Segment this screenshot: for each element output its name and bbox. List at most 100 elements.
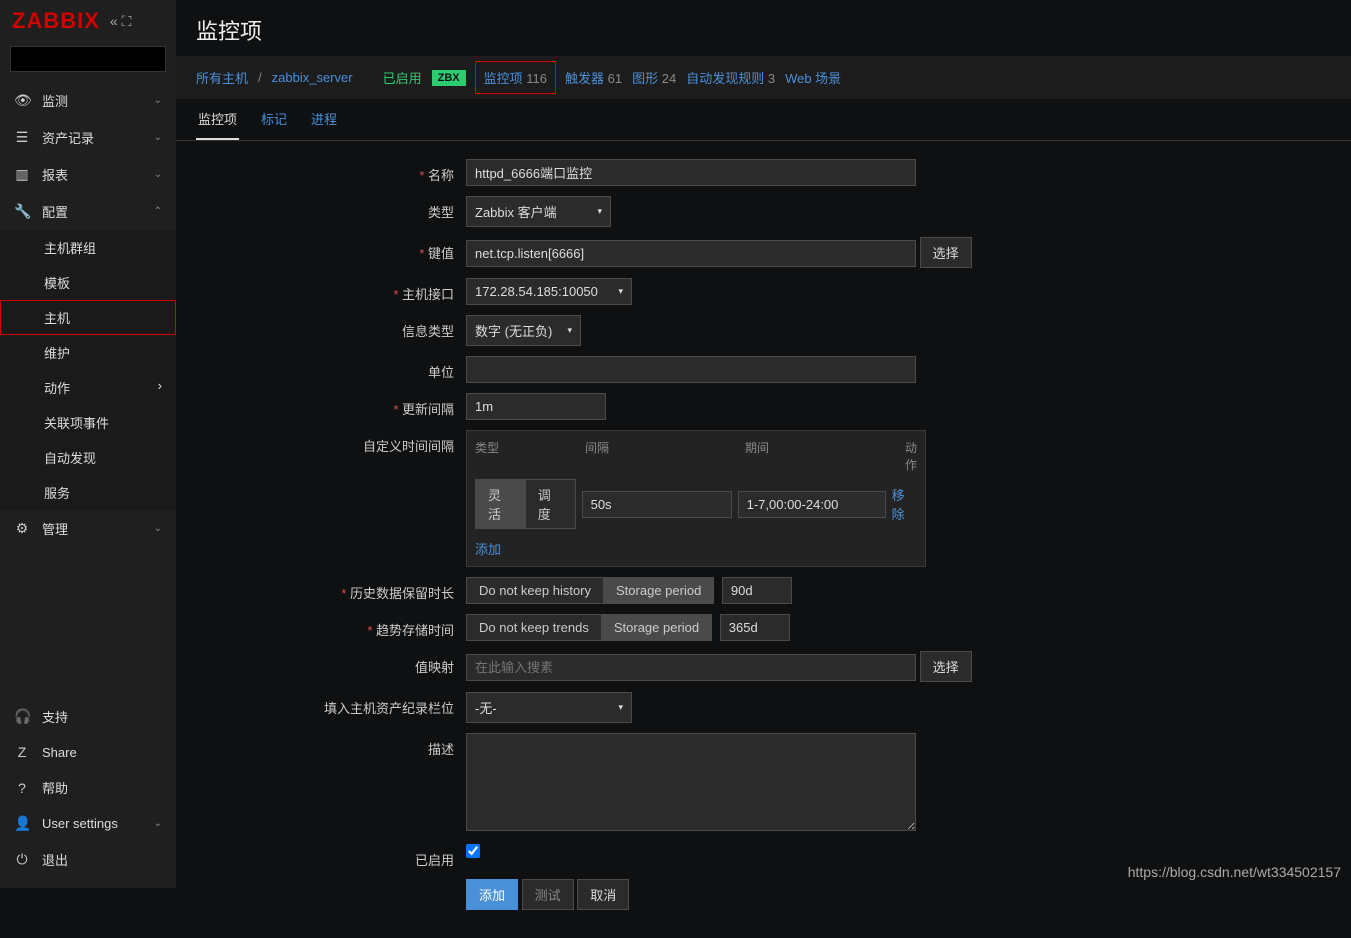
sub-services[interactable]: 服务 xyxy=(0,475,176,510)
input-int-period[interactable] xyxy=(738,491,886,518)
bc-graphs[interactable]: 图形 24 xyxy=(632,68,676,87)
input-valuemap[interactable] xyxy=(466,654,916,681)
bc-items[interactable]: 监控项 116 xyxy=(476,62,555,93)
watermark: https://blog.csdn.net/wt334502157 xyxy=(1128,864,1341,880)
seg-trends-period[interactable]: Storage period xyxy=(602,614,712,641)
input-name[interactable] xyxy=(466,159,916,186)
nav-label: 管理 xyxy=(42,519,68,538)
nav-label: User settings xyxy=(42,816,118,831)
btn-test[interactable]: 测试 xyxy=(522,879,574,910)
label-hostiface: 主机接口 xyxy=(196,278,466,303)
nav-support[interactable]: 🎧 支持 xyxy=(0,698,176,735)
input-trends[interactable] xyxy=(720,614,790,641)
label-customint: 自定义时间间隔 xyxy=(196,430,466,455)
input-units[interactable] xyxy=(466,356,916,383)
user-icon: 👤 xyxy=(14,815,30,832)
seg-trends-nokeep[interactable]: Do not keep trends xyxy=(466,614,602,641)
input-history[interactable] xyxy=(722,577,792,604)
btn-add[interactable]: 添加 xyxy=(466,879,518,910)
nav-label: 支持 xyxy=(42,707,68,726)
select-inventory[interactable]: -无-▾ xyxy=(466,692,632,723)
textarea-desc[interactable] xyxy=(466,733,916,831)
select-type[interactable]: Zabbix 客户端▾ xyxy=(466,196,611,227)
tabs: 监控项 标记 进程 xyxy=(176,99,1351,141)
bc-host[interactable]: zabbix_server xyxy=(272,70,353,85)
checkbox-enabled[interactable] xyxy=(466,844,480,858)
main: 监控项 所有主机 / zabbix_server 已启用 ZBX 监控项 116… xyxy=(176,0,1351,888)
tab-item[interactable]: 监控项 xyxy=(196,99,239,140)
bc-triggers[interactable]: 触发器 61 xyxy=(565,68,622,87)
power-icon: ⏻ xyxy=(14,851,30,868)
sub-hostgroups[interactable]: 主机群组 xyxy=(0,230,176,265)
nav-reports[interactable]: ▥ 报表 ⌄ xyxy=(0,156,176,193)
interval-row: 灵活 调度 移除 xyxy=(475,479,917,529)
search-box[interactable]: 🔍 xyxy=(10,46,166,72)
nav-label: 监测 xyxy=(42,91,68,110)
link-int-remove[interactable]: 移除 xyxy=(892,485,917,523)
nav: 👁监测⌄ ☰资产记录⌄ ▥报表⌄ 🔧配置⌃ 主机群组 模板 主机 维护 动作› … xyxy=(0,82,176,698)
select-hostiface[interactable]: 172.28.54.185:10050▾ xyxy=(466,278,632,305)
logo: ZABBIX xyxy=(12,8,100,34)
headset-icon: 🎧 xyxy=(14,708,30,725)
page-title: 监控项 xyxy=(176,0,1351,56)
nav-share[interactable]: Z Share xyxy=(0,735,176,769)
nav-admin[interactable]: ⚙管理⌄ xyxy=(0,510,176,547)
interval-type-toggle[interactable]: 灵活 调度 xyxy=(475,479,576,529)
btn-valuemap-select[interactable]: 选择 xyxy=(920,651,972,682)
interval-head: 类型 间隔 期间 动作 xyxy=(475,439,917,479)
chevron-down-icon: ⌄ xyxy=(154,132,162,143)
share-icon: Z xyxy=(14,744,30,760)
chevron-down-icon: ⌄ xyxy=(154,169,162,180)
btn-cancel[interactable]: 取消 xyxy=(577,879,629,910)
seg-history-nokeep[interactable]: Do not keep history xyxy=(466,577,604,604)
bc-allhosts[interactable]: 所有主机 xyxy=(196,68,248,87)
label-valuemap: 值映射 xyxy=(196,651,466,676)
trends-toggle[interactable]: Do not keep trends Storage period xyxy=(466,614,712,641)
nav-monitor[interactable]: 👁监测⌄ xyxy=(0,82,176,119)
input-key[interactable] xyxy=(466,240,916,267)
nav-usersettings[interactable]: 👤User settings⌄ xyxy=(0,806,176,841)
sub-correlation[interactable]: 关联项事件 xyxy=(0,405,176,440)
tab-process[interactable]: 进程 xyxy=(309,99,339,140)
sub-discovery[interactable]: 自动发现 xyxy=(0,440,176,475)
bc-enabled: 已启用 xyxy=(383,68,422,87)
breadcrumb: 所有主机 / zabbix_server 已启用 ZBX 监控项 116 触发器… xyxy=(176,56,1351,99)
nav-label: 帮助 xyxy=(42,778,68,797)
label-interval: 更新间隔 xyxy=(196,393,466,418)
bc-web[interactable]: Web 场景 xyxy=(785,68,841,87)
nav-label: 配置 xyxy=(42,202,68,221)
chevron-down-icon: ⌄ xyxy=(154,95,162,106)
wrench-icon: 🔧 xyxy=(14,203,30,220)
history-toggle[interactable]: Do not keep history Storage period xyxy=(466,577,714,604)
chart-icon: ▥ xyxy=(14,166,30,183)
chevron-down-icon: ▾ xyxy=(597,206,602,217)
sub-templates[interactable]: 模板 xyxy=(0,265,176,300)
seg-sched[interactable]: 调度 xyxy=(526,479,576,529)
collapse-icon[interactable]: « ⛶ xyxy=(110,13,131,30)
sidebar: ZABBIX « ⛶ 🔍 👁监测⌄ ☰资产记录⌄ ▥报表⌄ 🔧配置⌃ 主机群组 … xyxy=(0,0,176,888)
nav-logout[interactable]: ⏻退出 xyxy=(0,841,176,878)
help-icon: ? xyxy=(14,780,30,796)
nav-config[interactable]: 🔧配置⌃ xyxy=(0,193,176,230)
nav-label: 报表 xyxy=(42,165,68,184)
nav-label: Share xyxy=(42,745,77,760)
label-type: 类型 xyxy=(196,196,466,221)
form: 名称 类型Zabbix 客户端▾ 键值 选择 主机接口172.28.54.185… xyxy=(176,141,1351,938)
input-int-interval[interactable] xyxy=(582,491,732,518)
gear-icon: ⚙ xyxy=(14,520,30,537)
select-infotype[interactable]: 数字 (无正负)▾ xyxy=(466,315,581,346)
nav-help[interactable]: ? 帮助 xyxy=(0,769,176,806)
search-input[interactable] xyxy=(17,52,193,67)
btn-key-select[interactable]: 选择 xyxy=(920,237,972,268)
nav-inventory[interactable]: ☰资产记录⌄ xyxy=(0,119,176,156)
sub-actions[interactable]: 动作› xyxy=(0,370,176,405)
label-name: 名称 xyxy=(196,159,466,184)
bc-discovery[interactable]: 自动发现规则 3 xyxy=(686,68,775,87)
link-int-add[interactable]: 添加 xyxy=(475,539,501,558)
input-interval[interactable] xyxy=(466,393,606,420)
sub-hosts[interactable]: 主机 xyxy=(0,300,176,335)
sub-maintenance[interactable]: 维护 xyxy=(0,335,176,370)
seg-flex[interactable]: 灵活 xyxy=(475,479,526,529)
tab-tags[interactable]: 标记 xyxy=(259,99,289,140)
seg-history-period[interactable]: Storage period xyxy=(604,577,714,604)
